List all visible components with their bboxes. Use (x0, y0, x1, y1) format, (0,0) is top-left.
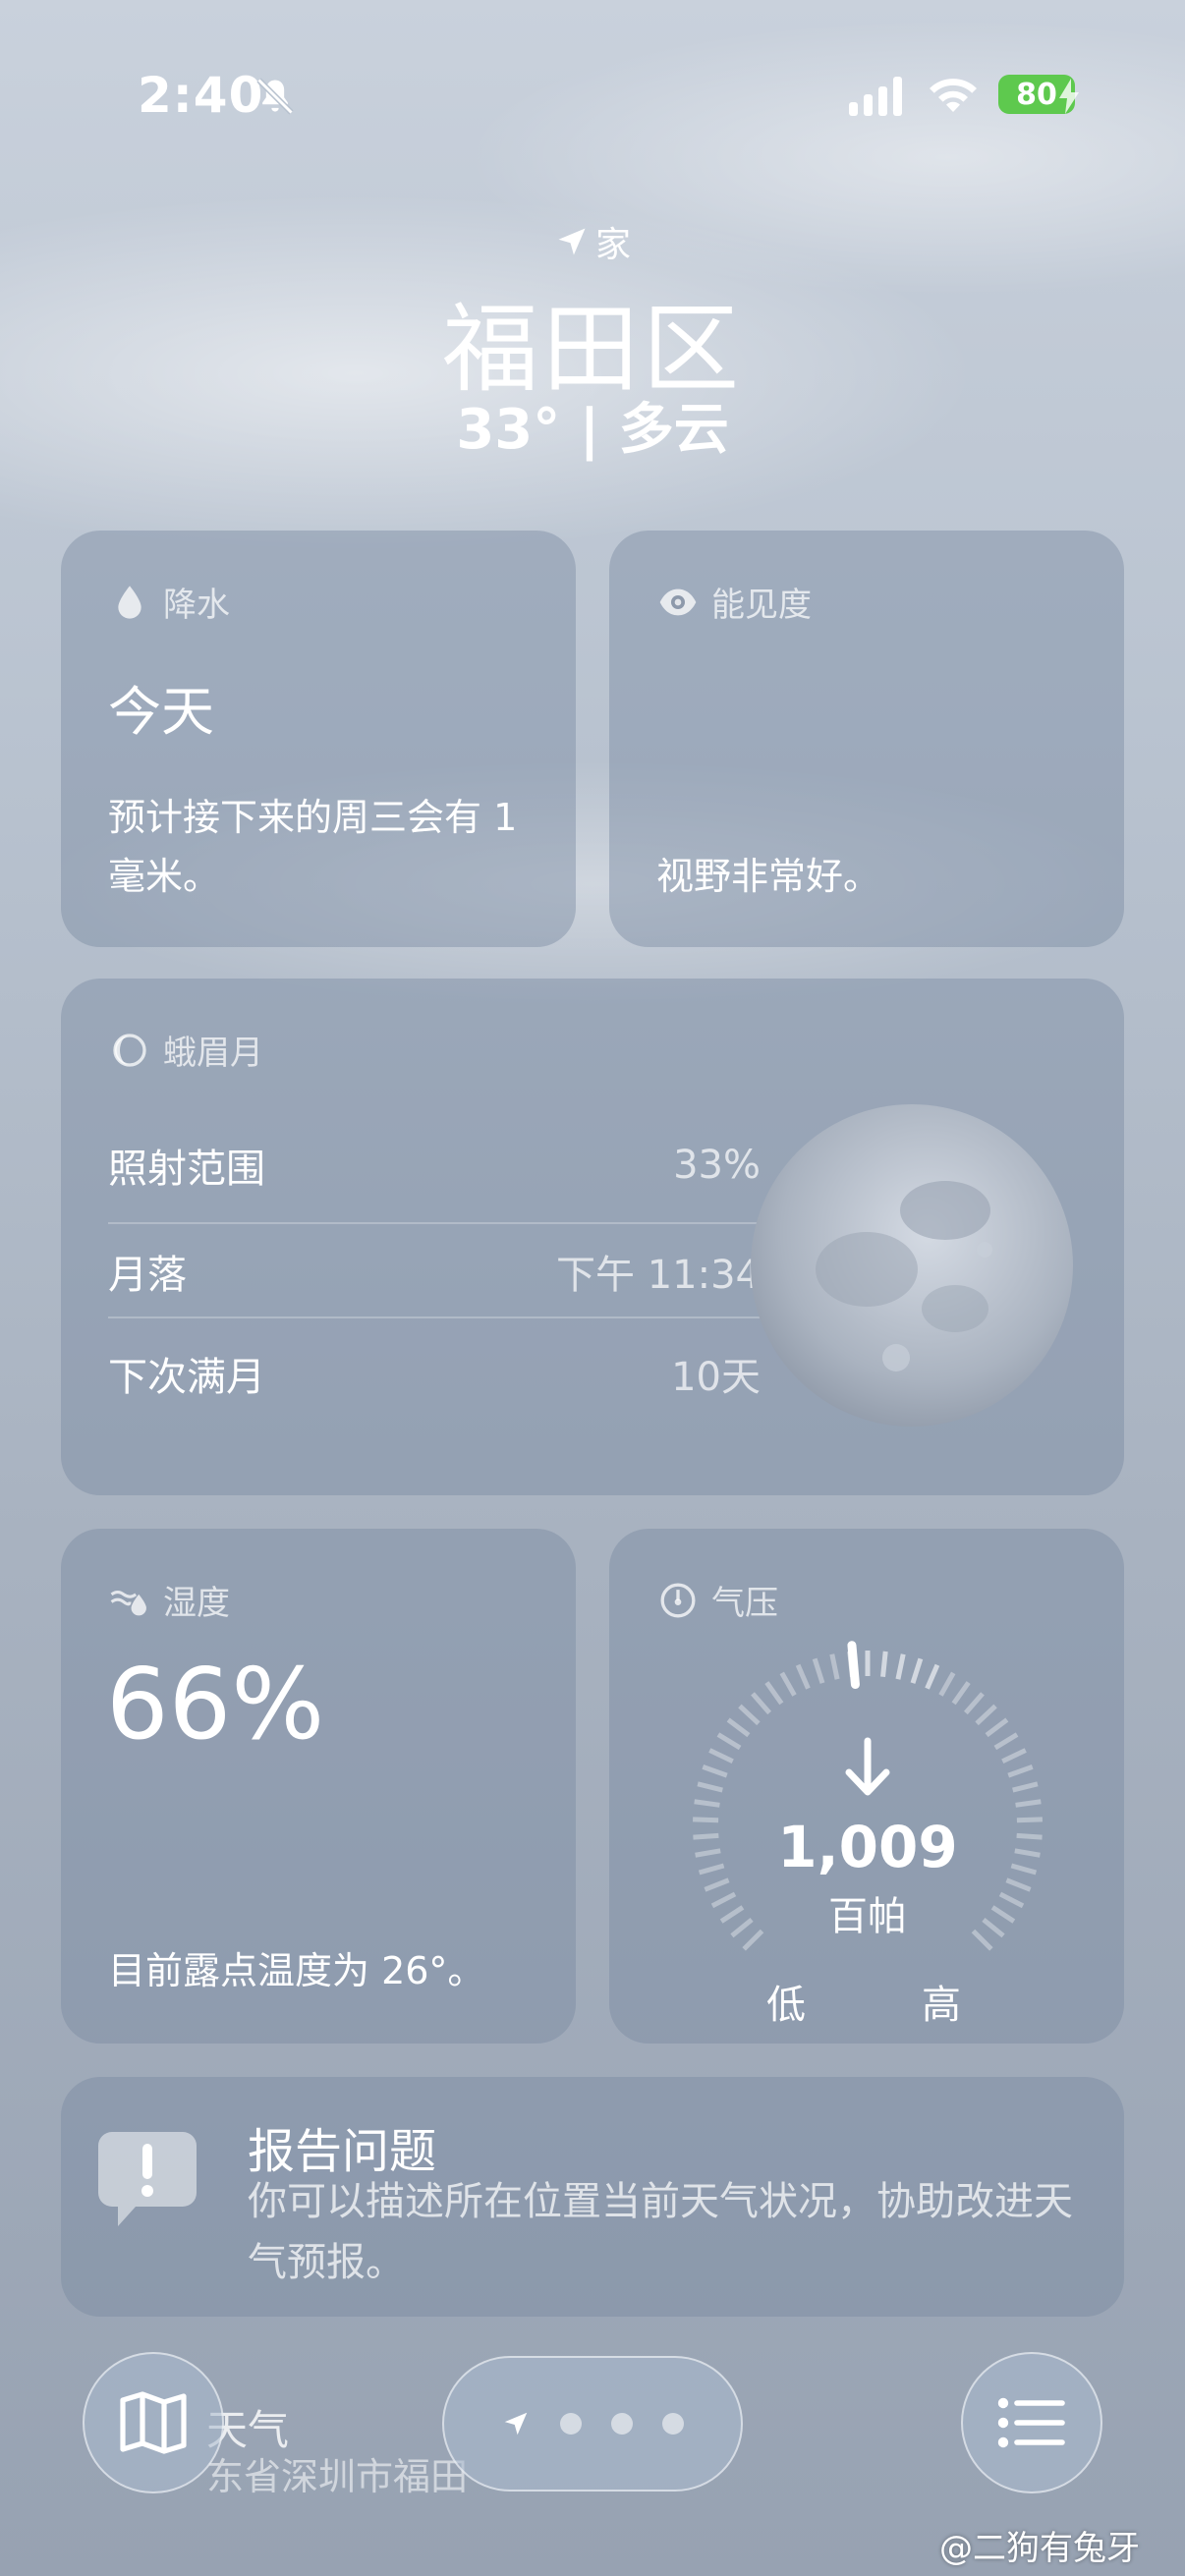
watermark: @二狗有兔牙 (939, 2529, 1140, 2568)
gauge-tick (880, 1651, 888, 1678)
gauge-tick (1007, 1764, 1034, 1778)
humidity-card[interactable]: 湿度 66% 目前露点温度为 26°。 (61, 1529, 576, 2044)
moon-row-moonset: 月落 下午 11:34 (108, 1222, 761, 1320)
pressure-header: 气压 (658, 1576, 778, 1624)
gauge-tick (964, 1692, 985, 1715)
current-condition: 33° | 多云 (456, 398, 729, 462)
gauge-tick (751, 1692, 771, 1715)
moon-row-value: 33% (673, 1143, 761, 1188)
charging-bolt-icon (1059, 79, 1079, 114)
moon-phase-icon (113, 1033, 146, 1067)
report-description: 你可以描述所在位置当前天气状况，协助改进天气预报。 (248, 2179, 1073, 2285)
location-arrow-icon (558, 228, 586, 255)
divider (108, 1316, 761, 1318)
page-dot[interactable] (611, 2413, 633, 2435)
humidity-icon (110, 1590, 146, 1615)
location-tag: 家 (594, 225, 631, 265)
location-arrow-icon (504, 2412, 528, 2436)
pressure-low-label: 低 (766, 1983, 806, 2028)
gauge-tick (951, 1681, 971, 1706)
moon-row-value: 10天 (671, 1355, 761, 1400)
gauge-tick (697, 1781, 723, 1793)
gauge-tick (1015, 1799, 1042, 1808)
moon-row-label: 月落 (108, 1253, 187, 1298)
map-button[interactable] (83, 2352, 224, 2493)
humidity-header: 湿度 (110, 1576, 230, 1624)
gauge-tick (812, 1657, 825, 1684)
eye-icon (659, 588, 697, 615)
pressure-title: 气压 (711, 1584, 778, 1623)
gauge-tick (985, 1717, 1009, 1738)
gauge-tick (1012, 1781, 1039, 1793)
arrow-down-icon (845, 1737, 890, 1796)
report-issue-card[interactable]: 报告问题 你可以描述所在位置当前天气状况，协助改进天气预报。 (61, 2077, 1124, 2317)
raindrop-icon (118, 585, 141, 619)
pressure-high-label: 高 (922, 1983, 961, 2028)
precipitation-card[interactable]: 降水 今天 预计接下来的周三会有 1 毫米。 (61, 531, 576, 947)
list-icon (997, 2397, 1065, 2448)
gauge-tick (738, 1704, 761, 1726)
gauge-tick (993, 1732, 1019, 1751)
humidity-description: 目前露点温度为 26°。 (108, 1949, 485, 1992)
gauge-tick (938, 1671, 956, 1697)
gauge-tick (764, 1681, 784, 1706)
moon-image (751, 1104, 1073, 1427)
page-dot[interactable] (662, 2413, 684, 2435)
moon-row-label: 下次满月 (108, 1355, 265, 1400)
gauge-tick (1001, 1748, 1027, 1764)
moon-row-value: 下午 11:34 (556, 1253, 761, 1298)
moon-title: 蛾眉月 (163, 1034, 263, 1073)
humidity-title: 湿度 (163, 1584, 230, 1623)
moon-card[interactable]: 蛾眉月 照射范围 33% 月落 下午 11:34 下次满月 10天 (61, 979, 1124, 1495)
bell-slash-icon (256, 78, 294, 115)
gauge-tick (694, 1799, 720, 1808)
exclamation-bubble-icon (98, 2132, 197, 2226)
gauge-tick (716, 1732, 742, 1751)
gauge-tick (910, 1657, 924, 1684)
pressure-value: 1,009 (777, 1814, 958, 1880)
page-dot[interactable] (560, 2413, 582, 2435)
precipitation-title: 降水 (163, 586, 230, 625)
visibility-header: 能见度 (658, 578, 812, 626)
gauge-tick (829, 1653, 840, 1680)
city-list-button[interactable] (961, 2352, 1102, 2493)
list-ghost-subtitle: 东省深圳市福田 (206, 2455, 469, 2498)
gauge-tick (925, 1663, 940, 1690)
wifi-icon (930, 79, 977, 112)
moon-row-label: 照射范围 (108, 1147, 265, 1192)
location-row: 家 (0, 216, 1185, 267)
gauge-tick (895, 1653, 906, 1680)
precipitation-day: 今天 (108, 681, 214, 743)
gauge-tick (702, 1764, 728, 1778)
page-indicator[interactable] (442, 2356, 743, 2492)
visibility-title: 能见度 (711, 586, 812, 625)
map-icon (120, 2391, 187, 2454)
moon-row-illumination: 照射范围 33% (108, 1116, 761, 1214)
pressure-card[interactable]: 气压 1,009 百帕 低 高 (609, 1529, 1124, 2044)
gauge-tick (975, 1704, 997, 1726)
humidity-value: 66% (106, 1647, 325, 1762)
gauge-tick (708, 1748, 734, 1764)
status-time: 2:40 (138, 67, 264, 124)
precipitation-header: 降水 (110, 578, 230, 626)
gauge-tick (795, 1663, 811, 1690)
gauge-current-marker (847, 1641, 860, 1690)
gauge-tick (726, 1717, 751, 1738)
visibility-card[interactable]: 能见度 视野非常好。 (609, 531, 1124, 947)
cellular-signal-icon (849, 77, 902, 116)
moon-header: 蛾眉月 (110, 1026, 263, 1074)
pressure-unit: 百帕 (828, 1894, 907, 1939)
visibility-description: 视野非常好。 (656, 855, 881, 898)
moon-row-next-full: 下次满月 10天 (108, 1324, 761, 1423)
gauge-tick (779, 1671, 797, 1697)
precipitation-description: 预计接下来的周三会有 1 毫米。 (108, 796, 518, 898)
gauge-icon (660, 1583, 696, 1617)
